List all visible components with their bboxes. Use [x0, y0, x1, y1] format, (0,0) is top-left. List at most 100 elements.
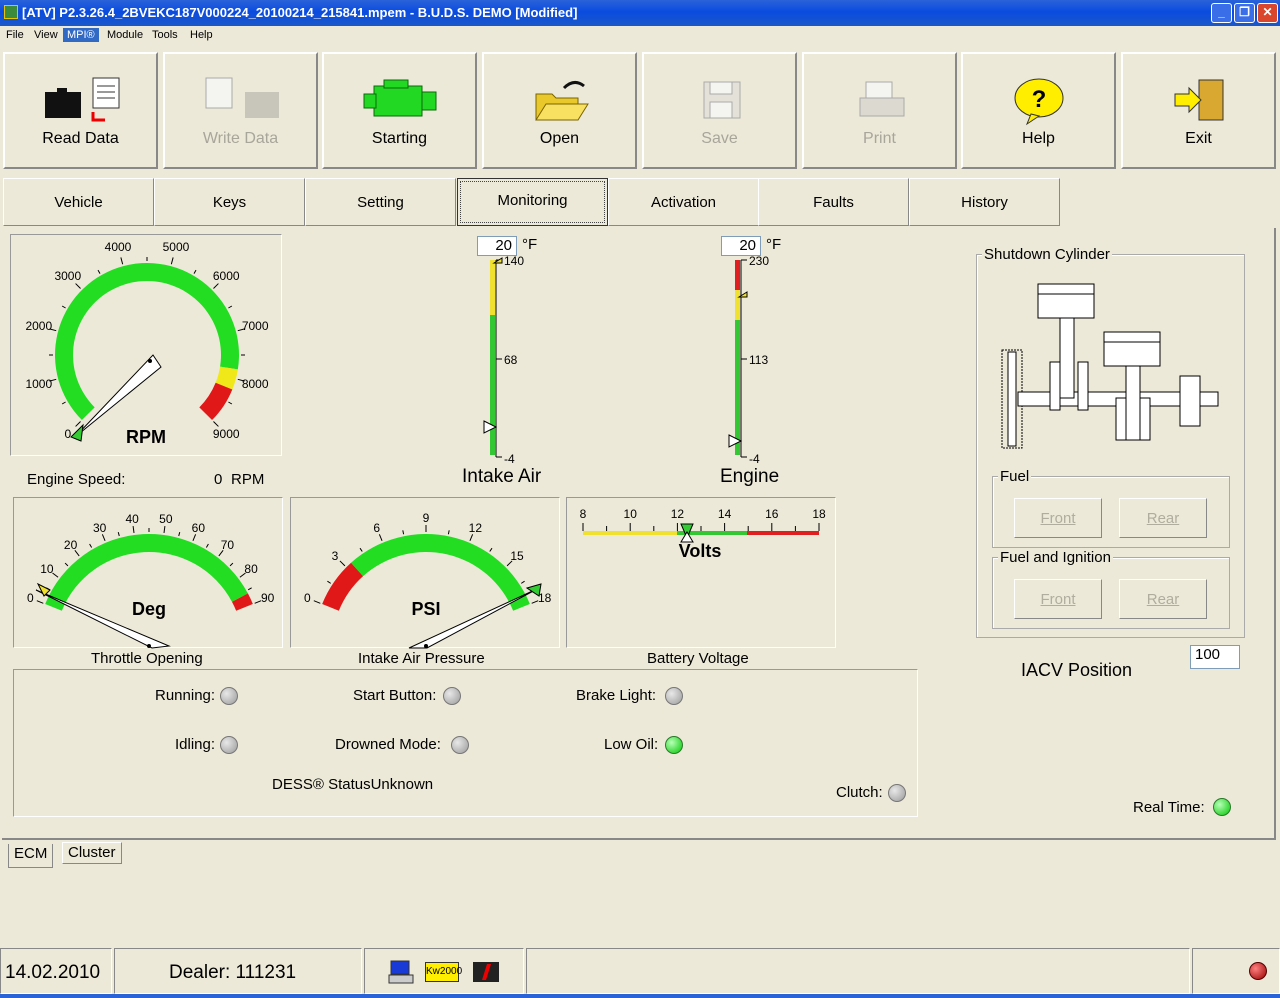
- taskbar-strip: [0, 994, 1280, 998]
- write-data-button[interactable]: Write Data: [163, 52, 318, 169]
- fuel-ignition-title: Fuel and Ignition: [998, 549, 1113, 566]
- battery-gauge-panel: 8 10 12 14 16 18 Volts: [566, 497, 836, 648]
- status-indicator-box: [1192, 948, 1280, 994]
- pressure-gauge: 0 3 6 9 12 15 18 PSI: [304, 511, 552, 649]
- throttle-tick-label: 30: [93, 521, 107, 535]
- running-indicator: [220, 687, 238, 705]
- intake-air-label: Intake Air: [462, 466, 542, 487]
- tab-vehicle[interactable]: Vehicle: [3, 178, 154, 226]
- window-title: [ATV] P2.3.26.4_2BVEKC187V000224_2010021…: [22, 5, 578, 20]
- clutch-indicator: [888, 784, 906, 802]
- minimize-button[interactable]: _: [1211, 3, 1232, 23]
- rpm-needle: [74, 354, 162, 438]
- throttle-tick-label: 20: [64, 538, 78, 552]
- intake-air-temp-field[interactable]: 20: [477, 236, 517, 256]
- throttle-tick-label: 0: [27, 591, 34, 605]
- tab-cluster[interactable]: Cluster: [62, 842, 122, 864]
- read-data-icon: [45, 77, 120, 122]
- pressure-tick-label: 18: [538, 591, 552, 605]
- exit-button[interactable]: Exit: [1121, 52, 1276, 169]
- menu-view[interactable]: View: [30, 28, 62, 42]
- intake-air-unit: °F: [522, 236, 538, 253]
- pressure-gauge-panel: 0 3 6 9 12 15 18 PSI: [290, 497, 560, 649]
- drowned-mode-label: Drowned Mode:: [335, 736, 441, 753]
- svg-text:?: ?: [1032, 86, 1047, 113]
- battery-tick-label: 16: [765, 507, 779, 521]
- engine-temp-field[interactable]: 20: [721, 236, 761, 256]
- write-data-label: Write Data: [202, 130, 279, 147]
- print-label: Print: [863, 130, 896, 147]
- throttle-tick-label: 90: [261, 591, 275, 605]
- rpm-tick-label: 8000: [242, 377, 269, 391]
- fuel-ignition-front-button[interactable]: Front: [1014, 579, 1102, 619]
- help-button[interactable]: ? Help: [961, 52, 1116, 169]
- battery-tick-label: 12: [671, 507, 685, 521]
- pressure-tick-label: 12: [469, 521, 483, 535]
- battery-tick-label: 14: [718, 507, 732, 521]
- help-label: Help: [1022, 130, 1055, 147]
- rpm-label: RPM: [126, 427, 166, 447]
- rpm-tick-label: 0: [64, 427, 71, 441]
- tab-ecm[interactable]: ECM: [8, 844, 54, 868]
- open-button[interactable]: Open: [482, 52, 637, 169]
- menu-help[interactable]: Help: [186, 28, 217, 42]
- fuel-rear-button[interactable]: Rear: [1119, 498, 1207, 538]
- print-button[interactable]: Print: [802, 52, 957, 169]
- throttle-caption: Throttle Opening: [91, 650, 203, 667]
- rpm-tick-label: 2000: [25, 319, 52, 333]
- rpm-gauge-panel: 0 1000 2000 3000 4000 5000 6000 7000 8000 9000 RP…: [10, 234, 282, 456]
- tab-setting[interactable]: Setting: [305, 178, 456, 226]
- exit-door-icon: [1174, 79, 1224, 121]
- pressure-tick-label: 0: [304, 591, 311, 605]
- vehicle-interface-icon: [473, 962, 499, 982]
- crankshaft-icon: [1001, 283, 1219, 449]
- restore-button[interactable]: ❐: [1234, 3, 1255, 23]
- brake-light-indicator: [665, 687, 683, 705]
- menu-module[interactable]: Module: [103, 28, 147, 42]
- pressure-caption: Intake Air Pressure: [358, 650, 485, 667]
- throttle-tick-label: 60: [192, 521, 206, 535]
- battery-unit-label: Volts: [679, 541, 722, 561]
- intake-air-thermometer: 140 68 -4: [483, 255, 524, 465]
- save-button[interactable]: Save: [642, 52, 797, 169]
- intake-air-min: -4: [504, 452, 515, 465]
- tab-faults[interactable]: Faults: [758, 178, 909, 226]
- tab-history[interactable]: History: [909, 178, 1060, 226]
- rpm-tick-label: 5000: [163, 240, 190, 254]
- battery-tick-label: 10: [624, 507, 638, 521]
- start-button-indicator: [443, 687, 461, 705]
- real-time-label: Real Time:: [1133, 799, 1205, 816]
- connection-status-indicator: [1249, 962, 1267, 980]
- throttle-unit-label: Deg: [132, 599, 166, 619]
- starting-button[interactable]: Starting: [322, 52, 477, 169]
- throttle-gauge-panel: 0 10 20 30 40 50 60 70 80 90 Deg: [13, 497, 283, 649]
- menu-tools[interactable]: Tools: [148, 28, 182, 42]
- read-data-label: Read Data: [42, 130, 119, 147]
- exit-label: Exit: [1185, 130, 1212, 147]
- throttle-tick-label: 50: [159, 512, 173, 526]
- help-bubble-icon: ?: [1014, 78, 1064, 126]
- iacv-position-field[interactable]: 100: [1190, 645, 1240, 669]
- save-label: Save: [701, 130, 738, 147]
- tab-activation[interactable]: Activation: [608, 178, 759, 226]
- engine-speed-label: Engine Speed:: [27, 471, 126, 488]
- menu-file[interactable]: File: [2, 28, 28, 42]
- throttle-tick-label: 40: [125, 512, 139, 526]
- brake-light-label: Brake Light:: [576, 687, 657, 704]
- drowned-mode-indicator: [451, 736, 469, 754]
- tab-keys[interactable]: Keys: [154, 178, 305, 226]
- read-data-button[interactable]: Read Data: [3, 52, 158, 169]
- tab-monitoring[interactable]: Monitoring: [457, 178, 608, 226]
- open-label: Open: [539, 130, 580, 147]
- rpm-tick-label: 1000: [25, 377, 52, 391]
- fuel-ignition-rear-button[interactable]: Rear: [1119, 579, 1207, 619]
- fuel-front-button[interactable]: Front: [1014, 498, 1102, 538]
- real-time-indicator: [1213, 798, 1231, 816]
- engine-temp-max: 230: [749, 255, 769, 268]
- close-button[interactable]: ✕: [1257, 3, 1278, 23]
- menu-mpi[interactable]: MPI®: [63, 28, 99, 42]
- dess-status: DESS® StatusUnknown: [272, 776, 434, 793]
- engine-speed-unit: RPM: [231, 471, 265, 488]
- computer-icon: [388, 960, 414, 984]
- pressure-tick-label: 9: [423, 511, 430, 525]
